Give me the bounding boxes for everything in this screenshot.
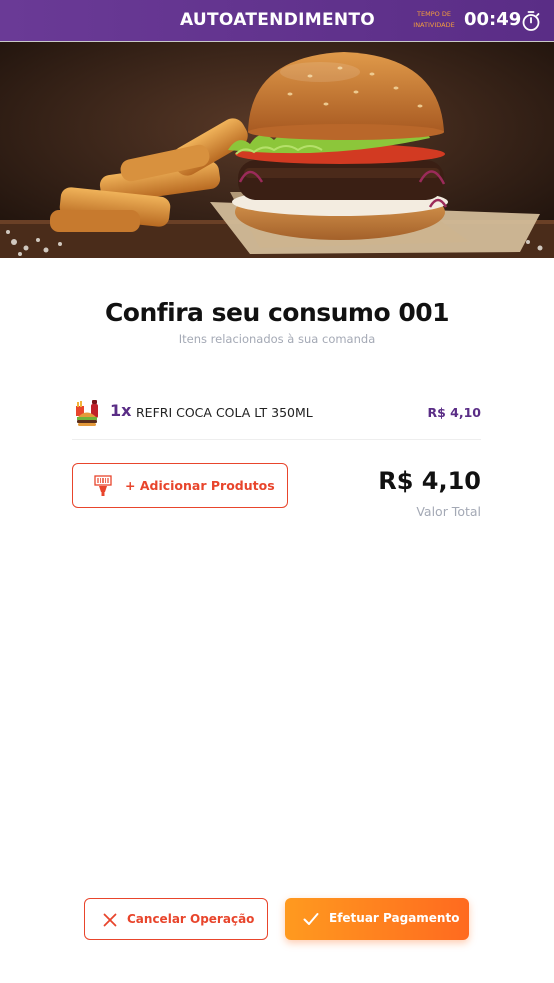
page-title: Confira seu consumo 001 xyxy=(104,298,450,327)
page-subtitle: Itens relacionados à sua comanda xyxy=(178,332,376,346)
add-products-button[interactable]: + Adicionar Produtos xyxy=(72,463,288,508)
cancel-operation-button[interactable]: Cancelar Operação xyxy=(84,898,268,940)
inactivity-timer-value: 00:49 xyxy=(464,9,522,30)
add-products-label: + Adicionar Produtos xyxy=(125,478,275,493)
hero-burger-image xyxy=(0,42,554,258)
inactivity-timer-label: TEMPO DE INATIVIDADE xyxy=(413,10,455,29)
total-label: Valor Total xyxy=(416,504,481,519)
stopwatch-icon xyxy=(521,10,541,32)
combo-food-icon xyxy=(72,398,102,426)
total-value: R$ 4,10 xyxy=(378,467,481,495)
check-icon xyxy=(303,911,319,925)
item-price: R$ 4,10 xyxy=(427,405,481,420)
cancel-operation-label: Cancelar Operação xyxy=(127,912,255,926)
header-bar: AUTOATENDIMENTO TEMPO DE INATIVIDADE 00:… xyxy=(0,0,554,42)
consumption-item: 1x REFRI COCA COLA LT 350ML R$ 4,10 xyxy=(72,396,481,440)
item-name: REFRI COCA COLA LT 350ML xyxy=(136,405,313,420)
make-payment-label: Efetuar Pagamento xyxy=(329,911,460,925)
item-quantity: 1x xyxy=(110,401,132,420)
make-payment-button[interactable]: Efetuar Pagamento xyxy=(285,898,469,940)
close-icon xyxy=(103,912,117,927)
barcode-scanner-icon xyxy=(94,475,112,497)
app-title: AUTOATENDIMENTO xyxy=(180,10,376,30)
